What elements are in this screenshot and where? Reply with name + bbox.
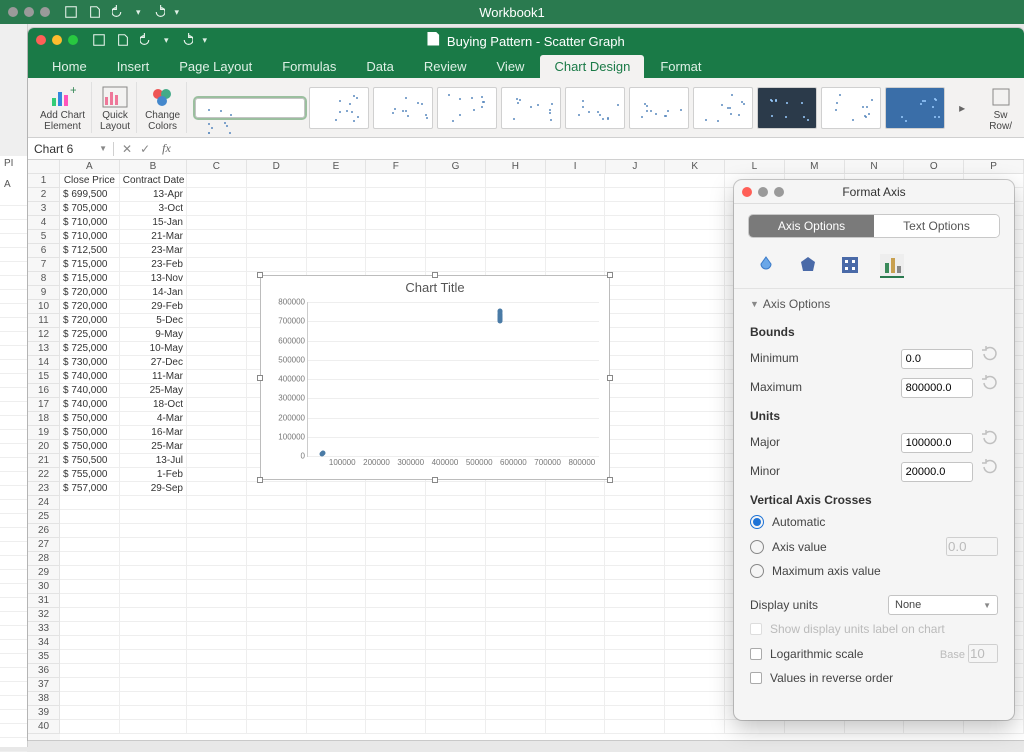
reset-min-icon[interactable] — [982, 346, 998, 362]
minor-input[interactable] — [901, 462, 973, 482]
formula-bar: Chart 6▼ ✕ ✓ fx — [28, 138, 1024, 160]
tab-home[interactable]: Home — [38, 55, 101, 78]
front-traffic-lights[interactable] — [36, 35, 78, 45]
log-base-input — [968, 644, 998, 663]
chart-plot-area[interactable]: 0100000200000300000400000500000600000700… — [307, 302, 599, 457]
ribbon: + Add Chart Element Quick Layout Change … — [28, 78, 1024, 138]
chart-style-2[interactable] — [309, 87, 369, 129]
panel-title: Format Axis — [842, 185, 905, 199]
axis-value-input — [946, 537, 998, 556]
window-icon[interactable] — [92, 33, 106, 47]
reset-minor-icon[interactable] — [982, 459, 998, 475]
maximum-input[interactable] — [901, 378, 973, 398]
quick-access-toolbar[interactable]: ▾ ▾ — [92, 33, 207, 47]
back-traffic-lights[interactable] — [8, 7, 50, 17]
format-axis-panel: Format Axis Axis Options Text Options ▼A… — [734, 180, 1014, 720]
chart-style-9[interactable] — [757, 87, 817, 129]
back-window-title: Workbook1 — [479, 5, 545, 20]
chart-style-10[interactable] — [821, 87, 881, 129]
qat-customize-icon[interactable]: ▾ — [203, 35, 208, 46]
chart-style-1[interactable] — [195, 98, 305, 118]
chevron-down-icon[interactable]: ▼ — [99, 144, 107, 153]
units-header: Units — [750, 401, 998, 427]
back-quick-access[interactable]: ▾ ▾ — [64, 5, 179, 19]
front-window-titlebar: ▾ ▾ Buying Pattern - Scatter Graph — [28, 28, 1024, 52]
undo-dropdown-icon[interactable]: ▾ — [164, 35, 169, 46]
chart-style-4[interactable] — [437, 87, 497, 129]
panel-tab-segment[interactable]: Axis Options Text Options — [748, 214, 1000, 238]
panel-titlebar[interactable]: Format Axis — [734, 180, 1014, 204]
tab-review[interactable]: Review — [410, 55, 481, 78]
chart-style-5[interactable] — [501, 87, 561, 129]
tab-page-layout[interactable]: Page Layout — [165, 55, 266, 78]
enter-formula-icon[interactable]: ✓ — [140, 142, 150, 156]
tab-insert[interactable]: Insert — [103, 55, 164, 78]
fx-icon[interactable]: fx — [158, 141, 175, 156]
redo-icon[interactable] — [179, 33, 193, 47]
minimum-input[interactable] — [901, 349, 973, 369]
name-box[interactable]: Chart 6▼ — [28, 142, 114, 156]
front-window-title: Buying Pattern - Scatter Graph — [427, 32, 624, 49]
tab-format[interactable]: Format — [646, 55, 715, 78]
chart-style-11[interactable] — [885, 87, 945, 129]
display-units-label: Display units — [750, 598, 818, 612]
display-units-select[interactable]: None▼ — [888, 595, 998, 615]
switch-row-col-button[interactable]: Sw Row/ — [989, 84, 1012, 132]
tab-chart-design[interactable]: Chart Design — [540, 55, 644, 78]
ribbon-tabs: HomeInsertPage LayoutFormulasDataReviewV… — [28, 52, 1024, 78]
show-display-units-checkbox: Show display units label on chart — [750, 618, 998, 640]
minimum-label: Minimum — [750, 351, 799, 365]
bounds-header: Bounds — [750, 317, 998, 343]
panel-category-icons — [734, 248, 1014, 289]
column-headers[interactable]: ABCDEFGHIJKLMNOP — [60, 160, 1024, 174]
save-icon[interactable] — [116, 33, 130, 47]
change-colors-button[interactable]: Change Colors — [145, 84, 180, 132]
minor-label: Minor — [750, 464, 780, 478]
quick-layout-button[interactable]: Quick Layout — [100, 84, 130, 132]
tab-data[interactable]: Data — [352, 55, 407, 78]
add-chart-element-button[interactable]: + Add Chart Element — [40, 84, 85, 132]
cancel-formula-icon[interactable]: ✕ — [122, 142, 132, 156]
reset-major-icon[interactable] — [982, 430, 998, 446]
reverse-order-checkbox[interactable]: Values in reverse order — [750, 667, 998, 689]
crosses-header: Vertical Axis Crosses — [750, 485, 998, 511]
reset-max-icon[interactable] — [982, 375, 998, 391]
chart-style-3[interactable] — [373, 87, 433, 129]
svg-text:+: + — [70, 86, 76, 97]
effects-icon[interactable] — [796, 254, 820, 278]
axis-options-icon[interactable] — [880, 254, 904, 278]
size-properties-icon[interactable] — [838, 254, 862, 278]
gallery-more-icon[interactable]: ▸ — [953, 101, 971, 115]
major-label: Major — [750, 435, 780, 449]
document-icon — [427, 32, 439, 46]
row-headers[interactable]: 1234567891011121314151617181920212223242… — [28, 160, 60, 740]
chart-style-8[interactable] — [693, 87, 753, 129]
log-scale-checkbox[interactable]: Logarithmic scale Base — [750, 640, 998, 667]
back-window-sliver: PI A — [0, 24, 28, 747]
maximum-axis-value-radio[interactable]: Maximum axis value — [750, 560, 998, 582]
axis-options-section-header[interactable]: ▼Axis Options — [750, 289, 998, 317]
undo-icon[interactable] — [140, 33, 154, 47]
back-window-titlebar: ▾ ▾ Workbook1 — [0, 0, 1024, 24]
embedded-chart[interactable]: Chart Title 0100000200000300000400000500… — [260, 275, 610, 480]
axis-options-tab[interactable]: Axis Options — [749, 215, 874, 237]
text-options-tab[interactable]: Text Options — [874, 215, 999, 237]
chart-styles-gallery[interactable] — [189, 87, 951, 129]
tab-formulas[interactable]: Formulas — [268, 55, 350, 78]
major-input[interactable] — [901, 433, 973, 453]
chart-title[interactable]: Chart Title — [261, 276, 609, 299]
chart-style-7[interactable] — [629, 87, 689, 129]
fill-line-icon[interactable] — [754, 254, 778, 278]
axis-value-radio[interactable]: Axis value — [750, 533, 998, 560]
tab-view[interactable]: View — [483, 55, 539, 78]
chart-style-6[interactable] — [565, 87, 625, 129]
maximum-label: Maximum — [750, 380, 802, 394]
automatic-radio[interactable]: Automatic — [750, 511, 998, 533]
